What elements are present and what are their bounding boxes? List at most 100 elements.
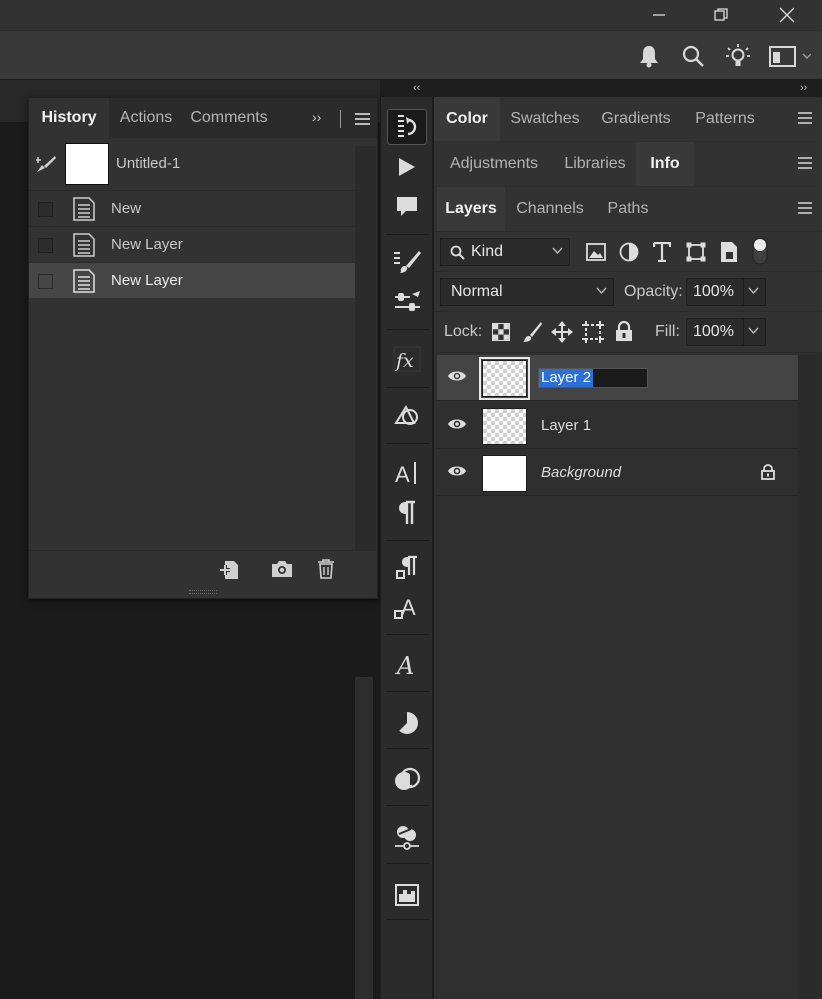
tab-libraries[interactable]: Libraries xyxy=(554,142,636,186)
step-source-checkbox[interactable] xyxy=(38,274,53,289)
character-styles-icon: A xyxy=(394,595,416,620)
eye-icon[interactable] xyxy=(447,464,467,478)
paragraph-styles-icon xyxy=(396,555,417,579)
history-icon xyxy=(398,115,417,137)
shapes-panel-button[interactable] xyxy=(387,397,427,433)
character-styles-button[interactable]: A xyxy=(387,590,427,626)
notifications-button[interactable] xyxy=(634,41,664,71)
opacity-field[interactable]: 100% xyxy=(686,278,766,306)
history-snapshot-row[interactable]: Untitled-1 xyxy=(29,138,355,190)
styles-panel-button[interactable]: fx xyxy=(387,341,427,377)
smart-object-filter-icon[interactable] xyxy=(720,241,738,263)
pixel-layer-filter-icon[interactable] xyxy=(586,243,606,261)
paragraph-panel-button[interactable] xyxy=(387,495,427,531)
shape-layer-filter-icon[interactable] xyxy=(686,242,706,262)
sliders-brush-icon xyxy=(395,291,420,311)
history-step[interactable]: New xyxy=(29,190,355,226)
character-panel-button[interactable]: A xyxy=(387,455,427,491)
tab-gradients[interactable]: Gradients xyxy=(590,97,682,141)
hamburger-icon xyxy=(355,113,370,125)
lock-all-icon[interactable] xyxy=(615,321,633,342)
adjustments-panel-menu-icon[interactable] xyxy=(798,157,812,169)
color-panel-button[interactable] xyxy=(387,762,427,798)
brushes-panel-button[interactable] xyxy=(387,284,427,320)
minimize-button[interactable] xyxy=(636,0,682,30)
brush-settings-button[interactable] xyxy=(387,244,427,280)
paragraph-styles-button[interactable] xyxy=(387,550,427,586)
panel-overflow-icon[interactable]: ›› xyxy=(312,109,321,125)
eye-icon[interactable] xyxy=(447,369,467,383)
fill-field[interactable]: 100% xyxy=(686,318,766,346)
eye-icon[interactable] xyxy=(447,417,467,431)
layer-filter-dropdown[interactable]: Kind xyxy=(440,238,570,266)
type-layer-filter-icon[interactable] xyxy=(653,242,671,262)
new-document-from-state-button[interactable] xyxy=(219,559,241,581)
step-source-checkbox[interactable] xyxy=(38,238,53,253)
layers-panel-menu-icon[interactable] xyxy=(798,202,812,214)
tab-layers[interactable]: Layers xyxy=(437,187,505,231)
tab-info[interactable]: Info xyxy=(636,142,694,186)
workspace-switcher[interactable] xyxy=(764,41,814,71)
history-scrollbar[interactable] xyxy=(355,146,376,550)
right-panel-dock: Color Swatches Gradients Patterns Adjust… xyxy=(434,97,822,999)
tab-color[interactable]: Color xyxy=(434,97,500,141)
tab-adjustments[interactable]: Adjustments xyxy=(434,142,554,186)
tab-paths[interactable]: Paths xyxy=(595,187,661,231)
color-panel-group: Color Swatches Gradients Patterns xyxy=(434,97,822,141)
comment-icon xyxy=(397,197,417,216)
close-button[interactable] xyxy=(764,0,810,30)
history-menu-button[interactable] xyxy=(355,113,370,125)
layer-name: Background xyxy=(541,464,622,481)
libraries-icon xyxy=(395,884,419,906)
canvas-scrollbar[interactable] xyxy=(355,677,373,999)
restore-button[interactable] xyxy=(698,0,744,30)
step-source-checkbox[interactable] xyxy=(38,202,53,217)
color-panel-menu-icon[interactable] xyxy=(798,112,812,124)
glyphs-panel-button[interactable]: A xyxy=(387,647,427,683)
svg-text:A: A xyxy=(401,595,416,620)
adjustments-panel-group: Adjustments Libraries Info xyxy=(434,142,822,186)
layer-row-selected[interactable]: Layer 2 xyxy=(437,355,798,401)
layer-row[interactable]: Layer 1 xyxy=(437,403,798,449)
history-step-current[interactable]: New Layer xyxy=(29,262,355,298)
layer-name-input[interactable]: Layer 2 xyxy=(538,368,648,388)
expand-dock-icon[interactable]: ›› xyxy=(800,82,807,94)
history-brush-source-icon xyxy=(36,156,56,172)
libraries-panel-button[interactable] xyxy=(387,876,427,912)
tab-patterns[interactable]: Patterns xyxy=(682,97,768,141)
blend-mode-dropdown[interactable]: Normal xyxy=(440,278,614,306)
adjustment-layer-filter-icon[interactable] xyxy=(619,242,639,262)
properties-panel-button[interactable] xyxy=(387,819,427,855)
history-tab-bar: History Actions Comments ›› xyxy=(29,98,377,138)
actions-panel-button[interactable] xyxy=(387,149,427,185)
search-button[interactable] xyxy=(678,41,708,71)
history-step-label: New xyxy=(111,200,142,217)
lock-label: Lock: xyxy=(444,323,483,340)
panel-resize-grip[interactable] xyxy=(189,590,217,594)
adjustments-panel-button[interactable] xyxy=(387,705,427,741)
workspace-icon xyxy=(769,46,811,67)
delete-state-button[interactable] xyxy=(317,559,335,579)
layer-row-background[interactable]: Background xyxy=(437,450,798,496)
lock-position-icon[interactable] xyxy=(551,321,573,343)
tab-history[interactable]: History xyxy=(29,98,109,138)
discover-button[interactable] xyxy=(723,41,753,71)
tab-actions[interactable]: Actions xyxy=(109,98,183,138)
tab-swatches[interactable]: Swatches xyxy=(500,97,590,141)
new-snapshot-button[interactable] xyxy=(271,560,293,578)
window-title-bar xyxy=(0,0,822,30)
tab-channels[interactable]: Channels xyxy=(505,187,595,231)
comments-panel-button[interactable] xyxy=(387,189,427,225)
adjustment-circle-icon xyxy=(395,711,418,734)
filter-toggle-switch[interactable] xyxy=(752,237,768,265)
lock-image-pixels-icon[interactable] xyxy=(522,321,542,343)
collapse-dock-icon[interactable]: ‹‹ xyxy=(413,82,420,94)
lock-transparent-pixels-icon[interactable] xyxy=(492,323,510,341)
lock-artboard-icon[interactable] xyxy=(582,321,604,343)
tab-comments[interactable]: Comments xyxy=(183,98,275,138)
collapsed-panel-dock: fx A A A xyxy=(380,97,433,999)
snapshot-thumbnail xyxy=(65,143,109,185)
layers-scrollbar[interactable] xyxy=(798,355,822,999)
history-panel-button[interactable] xyxy=(387,109,427,145)
history-step[interactable]: New Layer xyxy=(29,226,355,262)
